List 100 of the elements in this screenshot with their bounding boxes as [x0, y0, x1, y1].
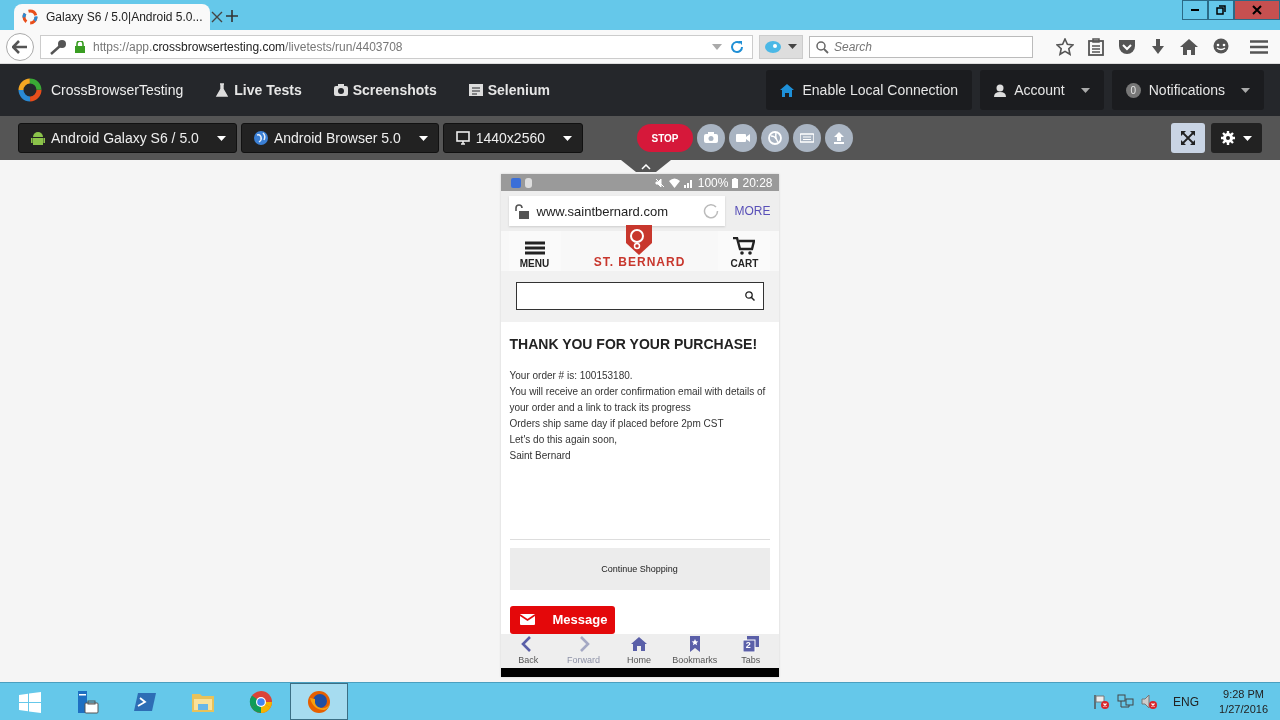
- tool-button[interactable]: [697, 124, 725, 152]
- back-arrow-icon: [12, 39, 28, 54]
- nav-button[interactable]: Home: [616, 633, 661, 668]
- cart-icon: [733, 236, 756, 255]
- tabs-icon: [742, 636, 759, 653]
- language-indicator[interactable]: ENG: [1173, 694, 1200, 709]
- address-bar[interactable]: https://app.crossbrowsertesting.com/livetests/run/4403708: [40, 34, 753, 59]
- tool-button[interactable]: [825, 124, 853, 152]
- expand-icon: [1181, 131, 1195, 145]
- clock: 20:28: [742, 175, 773, 190]
- taskbar-button[interactable]: [290, 683, 348, 720]
- battery-percentage: 100%: [697, 175, 729, 190]
- more-link[interactable]: MORE: [734, 204, 771, 219]
- windows-logo-icon: [17, 689, 41, 714]
- logo-link[interactable]: ST. BERNARD: [593, 224, 686, 269]
- plus-icon[interactable]: [226, 10, 238, 22]
- globe-icon: [253, 131, 268, 145]
- reload-icon[interactable]: [730, 39, 744, 54]
- extension-button[interactable]: [759, 34, 803, 59]
- menu-icon[interactable]: [1250, 39, 1268, 54]
- caret-icon: [216, 135, 226, 141]
- text-line: Orders ship same day if placed before 2pm CST: [509, 416, 725, 431]
- nav-button[interactable]: Bookmarks: [672, 633, 718, 668]
- mute-icon: [654, 177, 665, 188]
- message-button[interactable]: Message: [509, 605, 615, 634]
- logo-text: ST. BERNARD: [593, 254, 686, 269]
- camera-icon: [704, 131, 718, 145]
- dropdown-button[interactable]: Android Galaxy S6 / 5.0: [18, 123, 237, 153]
- account-button[interactable]: Account: [980, 70, 1104, 110]
- battery-icon: [732, 177, 739, 188]
- flag-warning-icon[interactable]: [1093, 693, 1112, 710]
- envelope-icon: [519, 614, 535, 626]
- star-icon[interactable]: [1056, 37, 1074, 56]
- notifications-button[interactable]: 0 Notifications: [1111, 70, 1264, 110]
- home-icon: [630, 636, 647, 653]
- close-icon: [1252, 5, 1262, 15]
- globe-icon: [768, 131, 782, 145]
- back-button[interactable]: [6, 32, 34, 61]
- chrome-logo-icon: [249, 689, 273, 714]
- dropdown-button[interactable]: Android Browser 5.0: [240, 123, 439, 153]
- search-field[interactable]: Search: [809, 35, 1033, 58]
- download-icon[interactable]: [1150, 38, 1166, 55]
- tool-button[interactable]: [729, 124, 757, 152]
- tab-count: 2: [745, 640, 751, 651]
- pocket-icon[interactable]: [1118, 38, 1136, 55]
- android-icon: [31, 131, 45, 145]
- address-bar[interactable]: www.saintbernard.com: [508, 196, 725, 227]
- tool-button[interactable]: [761, 124, 789, 152]
- monitor-icon: [455, 131, 470, 145]
- caret-icon: [1241, 87, 1250, 93]
- unlocked-lock-icon: [514, 203, 529, 219]
- text-line: You will receive an order confirmation email with details of your order and a link to track its progress: [509, 384, 767, 415]
- caret-icon: [563, 135, 572, 141]
- settings-button[interactable]: [1211, 123, 1262, 153]
- home-icon[interactable]: [1180, 38, 1198, 55]
- restore-button[interactable]: [1208, 0, 1234, 20]
- search-icon: [744, 291, 755, 302]
- clipboard-icon[interactable]: [1088, 37, 1104, 56]
- url-text: https://app.crossbrowsertesting.com/livetests/run/4403708: [93, 39, 404, 54]
- caret-icon: [1080, 87, 1090, 93]
- minimize-icon: [1191, 9, 1199, 11]
- document-icon: [468, 83, 483, 97]
- button-label: Notifications: [1148, 82, 1225, 98]
- tool-button[interactable]: [793, 124, 821, 152]
- caret-icon: [418, 135, 428, 141]
- continue-shopping-button[interactable]: Continue Shopping: [509, 547, 770, 590]
- speaker-muted-icon[interactable]: [1141, 693, 1160, 710]
- count-badge: 0: [1125, 82, 1141, 98]
- fullscreen-button[interactable]: [1171, 123, 1205, 153]
- brand-link[interactable]: CrossBrowserTesting: [18, 78, 184, 102]
- network-icon[interactable]: [1117, 693, 1136, 710]
- camera-icon: [333, 83, 348, 97]
- close-button[interactable]: [1234, 0, 1280, 20]
- logo-icon: [18, 78, 42, 102]
- dropdown-button[interactable]: 1440x2560: [442, 123, 583, 153]
- notification-icon: [524, 177, 532, 188]
- stop-button[interactable]: STOP: [637, 124, 693, 152]
- caret-icon: [788, 44, 797, 49]
- clock[interactable]: 9:28 PM 1/27/2016: [1219, 686, 1268, 717]
- close-icon[interactable]: [210, 11, 223, 23]
- nav-link[interactable]: Screenshots: [333, 82, 437, 98]
- minimize-button[interactable]: [1182, 0, 1208, 20]
- nav-button[interactable]: 2 Tabs: [728, 633, 773, 668]
- enable-local-connection-button[interactable]: Enable Local Connection: [766, 70, 973, 110]
- tab-title: Galaxy S6 / 5.0|Android 5.0...: [46, 10, 203, 24]
- smiley-icon[interactable]: [1212, 37, 1230, 56]
- logo-icon: [22, 9, 38, 25]
- lock-icon: [75, 40, 85, 53]
- url-text: www.saintbernard.com: [536, 203, 669, 219]
- caret-icon: [1243, 135, 1252, 141]
- flask-icon: [215, 83, 230, 97]
- search-field[interactable]: [515, 282, 764, 311]
- text-line: Let's do this again soon,: [509, 432, 619, 447]
- key-icon: [49, 38, 67, 55]
- user-icon: [994, 83, 1007, 97]
- firefox-logo-icon: [307, 689, 331, 714]
- text-line: Your order # is: 100153180.: [509, 368, 634, 383]
- nav-button[interactable]: Back: [506, 633, 551, 668]
- nav-link[interactable]: Selenium: [468, 82, 550, 98]
- nav-link[interactable]: Live Tests: [215, 82, 302, 98]
